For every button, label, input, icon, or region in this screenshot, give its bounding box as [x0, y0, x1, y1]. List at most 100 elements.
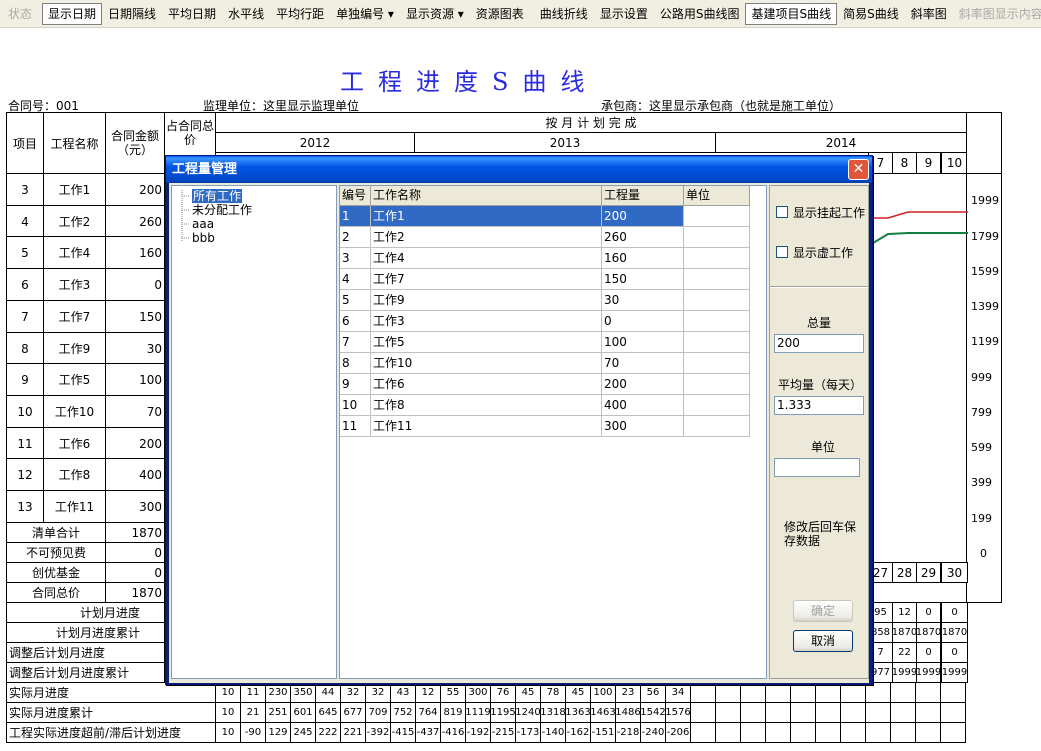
grid-cell[interactable] [684, 311, 750, 332]
grid-header[interactable]: 单位 [684, 186, 750, 206]
actual-row-value: 677 [340, 702, 366, 723]
bottom-row-value: 0 [916, 642, 941, 663]
toolbar-button-5[interactable]: 平均行距 [270, 3, 330, 25]
grid-cell[interactable]: 11 [340, 416, 371, 437]
header-amount: 合同金额（元） [105, 112, 165, 174]
row-name: 工作6 [43, 427, 106, 460]
s-curve-fragment [868, 211, 968, 247]
actual-row-value [815, 722, 841, 743]
actual-row-value: 645 [315, 702, 341, 723]
actual-row-value: 45 [515, 682, 541, 703]
total-input[interactable]: 200 [774, 334, 864, 353]
row-number: 8 [6, 332, 44, 365]
toolbar-button-14[interactable]: 斜率图 [905, 3, 953, 25]
row-amount: 160 [105, 236, 165, 269]
ok-button[interactable]: 确定 [793, 600, 853, 622]
grid-cell[interactable] [684, 248, 750, 269]
toolbar-button-0[interactable]: 状态 [2, 3, 38, 25]
grid-cell[interactable]: 工作1 [371, 206, 602, 227]
actual-row-value [740, 682, 766, 703]
grid-cell[interactable]: 工作6 [371, 374, 602, 395]
grid-cell[interactable]: 200 [602, 374, 684, 395]
grid-cell[interactable]: 工作2 [371, 227, 602, 248]
grid-cell[interactable]: 260 [602, 227, 684, 248]
grid-cell[interactable]: 2 [340, 227, 371, 248]
grid-cell[interactable]: 1 [340, 206, 371, 227]
grid-header[interactable]: 工程量 [602, 186, 684, 206]
toolbar-button-4[interactable]: 水平线 [222, 3, 270, 25]
grid-cell[interactable] [684, 206, 750, 227]
grid-header[interactable]: 编号 [340, 186, 371, 206]
close-icon[interactable]: ✕ [848, 159, 869, 180]
grid-cell[interactable] [684, 227, 750, 248]
grid-cell[interactable]: 300 [602, 416, 684, 437]
options-panel: 显示挂起工作 显示虚工作 总量 200 平均量（每天） 1.333 单位 修改后… [769, 185, 869, 679]
toolbar-button-15[interactable]: 斜率图显示内容 ▾ [953, 3, 1041, 25]
grid-cell[interactable]: 5 [340, 290, 371, 311]
grid-cell[interactable]: 160 [602, 248, 684, 269]
actual-row-value [765, 682, 791, 703]
actual-row-value: -218 [615, 722, 641, 743]
grid-cell[interactable] [684, 353, 750, 374]
grid-cell[interactable]: 工作10 [371, 353, 602, 374]
show-virtual-checkbox[interactable] [776, 246, 788, 258]
toolbar-button-8[interactable]: 资源图表 [470, 3, 530, 25]
show-hang-checkbox[interactable] [776, 206, 788, 218]
grid-cell[interactable]: 0 [602, 311, 684, 332]
toolbar-button-13[interactable]: 简易S曲线 [837, 3, 905, 25]
grid-cell[interactable]: 400 [602, 395, 684, 416]
actual-row-value: 1486 [615, 702, 641, 723]
grid-cell[interactable]: 9 [340, 374, 371, 395]
toolbar-button-10[interactable]: 显示设置 [594, 3, 654, 25]
toolbar-button-3[interactable]: 平均日期 [162, 3, 222, 25]
grid-cell[interactable]: 工作7 [371, 269, 602, 290]
grid-cell[interactable]: 工作8 [371, 395, 602, 416]
grid-cell[interactable] [684, 332, 750, 353]
toolbar-button-9[interactable]: 曲线折线 [534, 3, 594, 25]
grid-cell[interactable]: 150 [602, 269, 684, 290]
tree-item[interactable]: bbb [192, 231, 215, 245]
grid-cell[interactable] [684, 269, 750, 290]
grid-cell[interactable]: 6 [340, 311, 371, 332]
grid-cell[interactable]: 工作5 [371, 332, 602, 353]
show-virtual-label: 显示虚工作 [793, 246, 854, 260]
tree-item[interactable]: 未分配工作 [192, 203, 252, 217]
row-name: 工作8 [43, 458, 106, 491]
grid-cell[interactable] [684, 416, 750, 437]
grid-cell[interactable]: 8 [340, 353, 371, 374]
grid-cell[interactable]: 工作11 [371, 416, 602, 437]
actual-row-value: 1119 [465, 702, 491, 723]
grid-cell[interactable] [684, 395, 750, 416]
grid-cell[interactable]: 4 [340, 269, 371, 290]
unit-input[interactable] [774, 458, 860, 477]
cancel-button[interactable]: 取消 [793, 630, 853, 652]
toolbar-button-6[interactable]: 单独编号 ▾ [330, 3, 400, 25]
toolbar-button-12[interactable]: 基建项目S曲线 [745, 2, 838, 25]
actual-row-value: -415 [390, 722, 416, 743]
grid-cell[interactable] [684, 374, 750, 395]
toolbar-button-7[interactable]: 显示资源 ▾ [400, 3, 470, 25]
grid-cell[interactable] [684, 290, 750, 311]
bottom-row-value: 0 [941, 602, 968, 623]
toolbar-button-11[interactable]: 公路用S曲线图 [654, 3, 746, 25]
toolbar-button-1[interactable]: 显示日期 [42, 2, 103, 25]
grid-cell[interactable]: 3 [340, 248, 371, 269]
avg-input[interactable]: 1.333 [774, 396, 864, 415]
header-name: 工程名称 [43, 112, 106, 174]
actual-row-value: 251 [265, 702, 291, 723]
grid-cell[interactable]: 30 [602, 290, 684, 311]
grid-cell[interactable]: 工作3 [371, 311, 602, 332]
grid-cell[interactable]: 工作4 [371, 248, 602, 269]
toolbar-button-2[interactable]: 日期隔线 [102, 3, 162, 25]
grid-header[interactable]: 工作名称 [371, 186, 602, 206]
tree-item[interactable]: 所有工作 [192, 189, 243, 203]
tree-item[interactable]: aaa [192, 217, 214, 231]
actual-row-label: 工程实际进度超前/滞后计划进度 [6, 722, 216, 743]
grid-cell[interactable]: 7 [340, 332, 371, 353]
grid-cell[interactable]: 工作9 [371, 290, 602, 311]
grid-cell[interactable]: 10 [340, 395, 371, 416]
grid-cell[interactable]: 70 [602, 353, 684, 374]
grid-cell[interactable]: 100 [602, 332, 684, 353]
actual-row-value [715, 682, 741, 703]
grid-cell[interactable]: 200 [602, 206, 684, 227]
